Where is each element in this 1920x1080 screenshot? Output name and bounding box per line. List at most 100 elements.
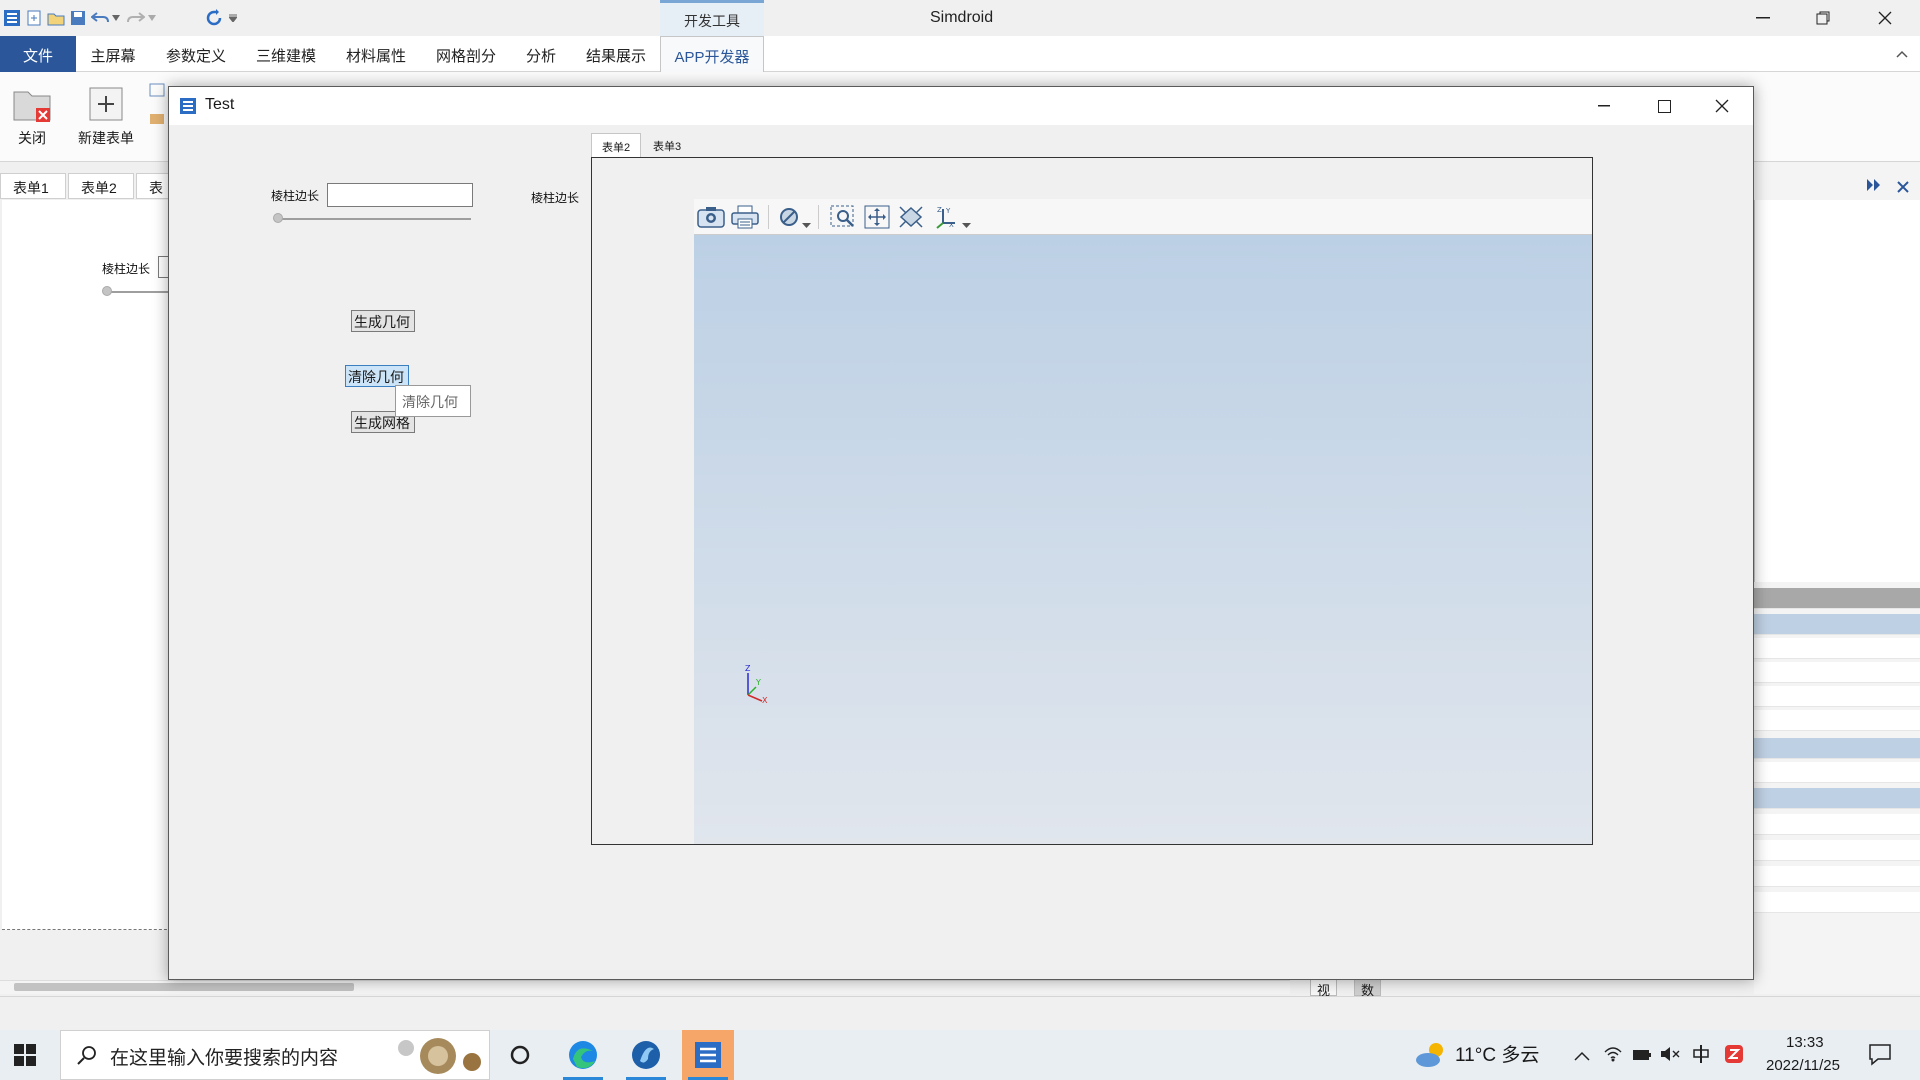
property-row[interactable]	[1754, 710, 1920, 731]
axis-z-label: Z	[745, 665, 751, 673]
app-logo-icon	[2, 8, 22, 28]
dialog-maximize-button[interactable]	[1635, 87, 1693, 125]
task-view-icon[interactable]	[494, 1030, 546, 1080]
bg-slider-knob[interactable]	[102, 286, 112, 296]
generate-geometry-button[interactable]: 生成几何	[351, 310, 415, 332]
zoom-box-icon[interactable]	[826, 203, 860, 231]
collapse-ribbon-icon[interactable]	[1896, 46, 1908, 62]
screenshot-icon[interactable]	[694, 203, 728, 231]
menu-file[interactable]: 文件	[0, 36, 76, 72]
dialog-title-bar[interactable]: Test	[169, 87, 1753, 125]
tab-data[interactable]: 数据	[1354, 978, 1382, 1017]
prism-length-slider-track[interactable]	[279, 218, 471, 220]
property-row[interactable]	[1754, 892, 1920, 913]
dialog-app-icon	[179, 97, 197, 118]
inner-tab-form2[interactable]: 表单2	[591, 133, 642, 157]
redo-dropdown-icon[interactable]	[146, 8, 158, 28]
new-file-icon[interactable]	[24, 8, 44, 28]
axis-view-dropdown-icon[interactable]	[962, 215, 971, 231]
dialog-minimize-button[interactable]	[1575, 87, 1633, 125]
form-design-canvas[interactable]: 棱柱边长	[2, 200, 178, 930]
tab-view[interactable]: 视图	[1310, 978, 1338, 1017]
axis-view-icon[interactable]: YZX	[930, 203, 964, 231]
property-row[interactable]	[1754, 638, 1920, 659]
new-form-icon	[86, 84, 126, 124]
edge-browser-icon[interactable]	[557, 1030, 609, 1080]
clock-date[interactable]: 2022/11/25	[1766, 1057, 1840, 1074]
wifi-icon[interactable]	[1604, 1046, 1622, 1065]
inner-tab-form3[interactable]: 表单3	[643, 133, 691, 157]
ribbon-small-icons	[148, 82, 168, 142]
new-form-button[interactable]: 新建表单	[68, 80, 144, 156]
prism-length-input[interactable]	[327, 183, 473, 207]
battery-icon[interactable]	[1632, 1048, 1652, 1064]
simdroid-app-icon[interactable]	[682, 1030, 734, 1080]
open-folder-icon[interactable]	[46, 8, 66, 28]
folder-close-icon	[12, 84, 52, 124]
property-row[interactable]	[1754, 614, 1920, 635]
axis-triad: Z Y X	[740, 664, 770, 708]
render-style-dropdown-icon[interactable]	[802, 215, 811, 231]
svg-text:Z: Z	[937, 206, 942, 214]
render-style-icon[interactable]	[772, 203, 806, 231]
close-panel-icon[interactable]	[1897, 180, 1909, 196]
property-row[interactable]	[1754, 686, 1920, 707]
volume-muted-icon[interactable]	[1660, 1046, 1680, 1065]
undo-icon[interactable]	[90, 8, 110, 28]
dialog-close-button[interactable]	[1693, 87, 1751, 125]
tab-home[interactable]: 主屏幕	[80, 36, 146, 72]
bg-slider-track[interactable]	[106, 291, 172, 293]
horizontal-scrollbar-thumb[interactable]	[14, 983, 354, 991]
search-icon	[76, 1044, 98, 1069]
input-method-icon[interactable]	[1692, 1044, 1712, 1069]
close-window-button[interactable]	[1862, 0, 1908, 36]
pan-icon[interactable]	[860, 203, 894, 231]
fit-view-icon[interactable]	[894, 203, 928, 231]
tab-analysis[interactable]: 分析	[516, 36, 566, 72]
tab-form1[interactable]: 表单1	[0, 173, 66, 199]
property-row[interactable]	[1754, 662, 1920, 683]
tab-parameters[interactable]: 参数定义	[156, 36, 236, 72]
tray-chevron-up-icon[interactable]	[1574, 1048, 1590, 1064]
redo-icon[interactable]	[126, 8, 146, 28]
dialog-title: Test	[205, 96, 235, 113]
3d-viewport[interactable]: Z Y X	[694, 235, 1592, 844]
test-dialog: Test 棱柱边长 棱柱边长 生成几何 清除几何 生成网格 清除几何 表单2 表…	[168, 86, 1754, 980]
prism-length-slider-knob[interactable]	[273, 213, 283, 223]
windows-start-icon[interactable]	[14, 1044, 36, 1069]
clock-time[interactable]: 13:33	[1786, 1034, 1824, 1051]
property-row[interactable]	[1754, 840, 1920, 861]
property-header-row	[1754, 588, 1920, 609]
clear-geometry-button[interactable]: 清除几何	[345, 365, 409, 387]
prism-length-label-right: 棱柱边长	[531, 191, 580, 205]
save-icon[interactable]	[68, 8, 88, 28]
close-form-label: 关闭	[18, 130, 46, 146]
property-row[interactable]	[1754, 738, 1920, 759]
tab-material[interactable]: 材料属性	[336, 36, 416, 72]
svg-text:Y: Y	[945, 207, 951, 215]
print-icon[interactable]	[728, 203, 762, 231]
property-row[interactable]	[1754, 762, 1920, 783]
axis-y-label: Y	[755, 678, 761, 687]
status-bar	[0, 996, 1920, 1030]
restore-button[interactable]	[1800, 0, 1846, 36]
close-form-button[interactable]: 关闭	[0, 80, 64, 156]
tab-results[interactable]: 结果展示	[576, 36, 656, 72]
undo-dropdown-icon[interactable]	[110, 8, 122, 28]
tab-3d-modeling[interactable]: 三维建模	[246, 36, 326, 72]
property-row[interactable]	[1754, 788, 1920, 809]
tab-app-developer[interactable]: APP开发器	[660, 36, 764, 72]
security-app-icon[interactable]	[1724, 1044, 1744, 1067]
expand-panel-icon[interactable]	[1866, 178, 1882, 195]
property-area	[1754, 200, 1920, 582]
refresh-icon[interactable]	[204, 8, 224, 28]
property-row[interactable]	[1754, 866, 1920, 887]
weather-text[interactable]: 11°C 多云	[1455, 1040, 1539, 1067]
property-row[interactable]	[1754, 814, 1920, 835]
notification-icon[interactable]	[1868, 1042, 1892, 1069]
tab-meshing[interactable]: 网格剖分	[426, 36, 506, 72]
simdroid-launcher-icon[interactable]	[620, 1030, 672, 1080]
tab-form2[interactable]: 表单2	[68, 173, 134, 199]
customize-toolbar-icon[interactable]	[226, 8, 240, 28]
minimize-button[interactable]	[1740, 0, 1786, 36]
